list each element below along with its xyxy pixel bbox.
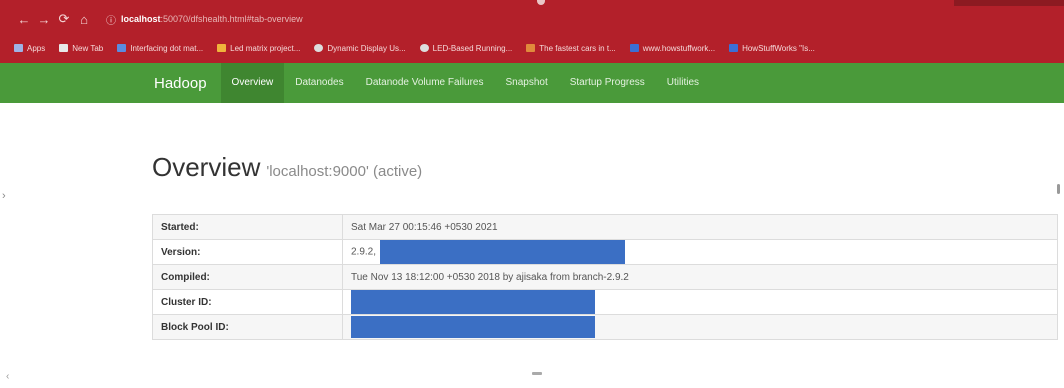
bookmark-icon	[59, 44, 69, 52]
bookmark-howstuffworks-is[interactable]: HowStuffWorks "Is...	[729, 44, 815, 53]
bookmarks-bar: Apps New Tab Interfacing dot mat... Led …	[0, 38, 1064, 58]
apps-icon	[14, 44, 23, 52]
home-icon[interactable]: ⌂	[74, 12, 94, 27]
bookmark-new-tab[interactable]: New Tab	[59, 44, 103, 53]
url-path: :50070/dfshealth.html#tab-overview	[160, 14, 303, 24]
redaction-box	[351, 290, 595, 314]
table-row: Started: Sat Mar 27 00:15:46 +0530 2021	[152, 214, 1058, 240]
page-subtitle: 'localhost:9000' (active)	[266, 163, 423, 180]
row-key: Version:	[152, 239, 343, 265]
nav-utilities[interactable]: Utilities	[656, 63, 710, 103]
back-icon[interactable]: ←	[14, 12, 34, 27]
address-row: ← → ⟳ ⌂ ⓘ localhost :50070/dfshealth.htm…	[0, 0, 1064, 38]
bookmark-interfacing[interactable]: Interfacing dot mat...	[117, 44, 203, 53]
scrollbar-marker	[1057, 184, 1060, 194]
address-bar[interactable]: ⓘ localhost :50070/dfshealth.html#tab-ov…	[106, 12, 303, 27]
bookmark-fastest-cars[interactable]: The fastest cars in t...	[526, 44, 616, 53]
redaction-box	[380, 240, 626, 264]
page-title: Overview 'localhost:9000' (active)	[152, 152, 422, 183]
table-row: Block Pool ID:	[152, 314, 1058, 340]
url-host: localhost	[121, 14, 161, 24]
row-key: Started:	[152, 214, 343, 240]
bookmark-led-matrix[interactable]: Led matrix project...	[217, 44, 300, 53]
table-row: Compiled: Tue Nov 13 18:12:00 +0530 2018…	[152, 264, 1058, 290]
table-row: Cluster ID:	[152, 289, 1058, 315]
bookmark-icon	[117, 44, 127, 52]
scroll-left-glyph: ›	[2, 190, 6, 202]
version-value: 2.9.2,	[351, 246, 377, 258]
scroll-left-bottom: ‹	[6, 371, 10, 382]
row-key: Cluster ID:	[152, 289, 343, 315]
site-info-icon[interactable]: ⓘ	[106, 12, 116, 27]
bookmark-icon	[314, 44, 324, 52]
forward-icon[interactable]: →	[34, 12, 54, 27]
row-key: Block Pool ID:	[152, 314, 343, 340]
redaction-box	[351, 316, 595, 338]
reload-icon[interactable]: ⟳	[54, 11, 74, 27]
table-row: Version: 2.9.2,	[152, 239, 1058, 265]
bookmark-led-running[interactable]: LED-Based Running...	[419, 44, 512, 53]
row-value-cell: 2.9.2,	[342, 239, 1058, 265]
bookmark-icon	[419, 44, 429, 52]
row-value-cell	[342, 289, 1058, 315]
nav-overview[interactable]: Overview	[220, 63, 285, 103]
nav-snapshot[interactable]: Snapshot	[494, 63, 558, 103]
nav-datanodes[interactable]: Datanodes	[284, 63, 354, 103]
bookmark-dynamic-display[interactable]: Dynamic Display Us...	[314, 44, 406, 53]
overview-info-table: Started: Sat Mar 27 00:15:46 +0530 2021 …	[152, 214, 1058, 340]
row-value: Sat Mar 27 00:15:46 +0530 2021	[342, 214, 1058, 240]
row-value: Tue Nov 13 18:12:00 +0530 2018 by ajisak…	[342, 264, 1058, 290]
scroll-indicator	[532, 372, 542, 375]
nav-datanode-volume-failures[interactable]: Datanode Volume Failures	[355, 63, 495, 103]
row-value-cell	[342, 314, 1058, 340]
bookmark-icon	[629, 44, 639, 52]
hadoop-navbar: Hadoop Overview Datanodes Datanode Volum…	[0, 63, 1064, 103]
bookmark-apps[interactable]: Apps	[14, 44, 45, 53]
bookmark-howstuffworks[interactable]: www.howstuffwork...	[629, 44, 715, 53]
nav-startup-progress[interactable]: Startup Progress	[559, 63, 656, 103]
bookmark-icon	[217, 44, 227, 52]
bookmark-icon	[526, 44, 536, 52]
navbar-brand[interactable]: Hadoop	[154, 75, 207, 92]
page-title-text: Overview	[152, 152, 261, 182]
row-key: Compiled:	[152, 264, 343, 290]
window-controls	[954, 0, 1064, 6]
bookmark-icon	[729, 44, 739, 52]
